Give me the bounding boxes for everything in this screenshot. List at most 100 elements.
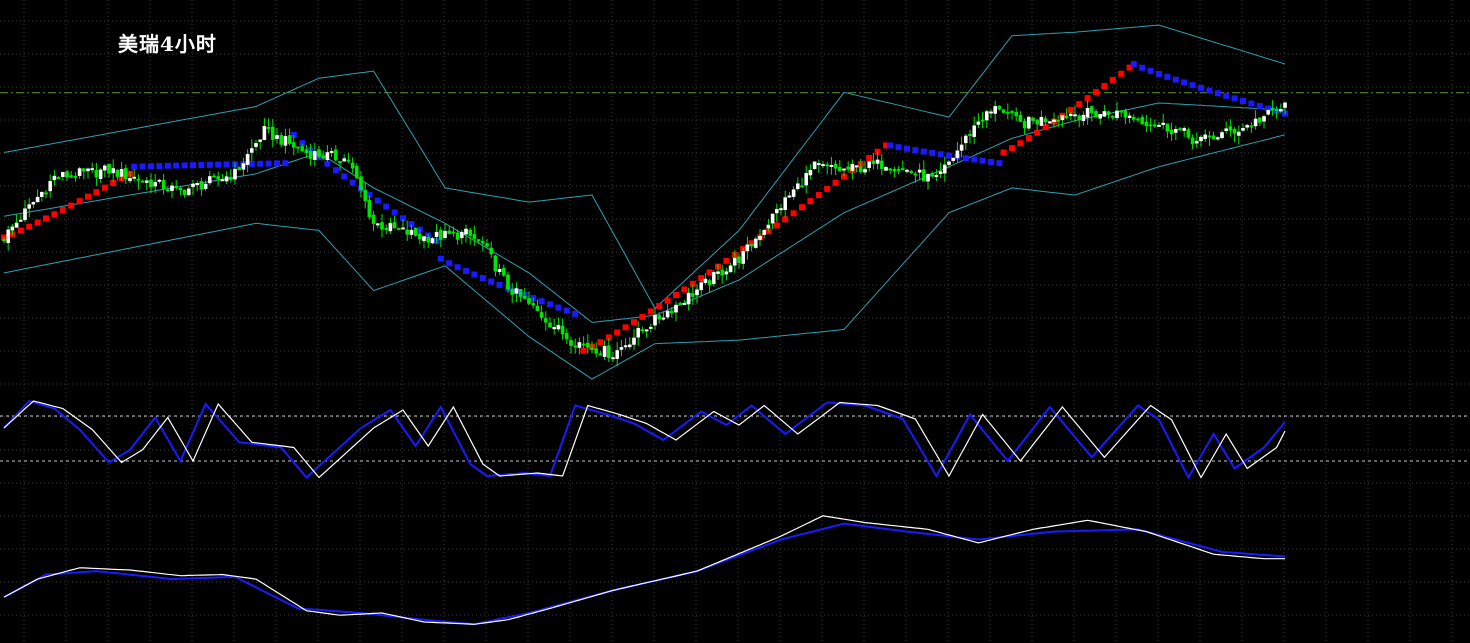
- candle-body: [1094, 111, 1098, 118]
- sar-dot: [101, 184, 108, 191]
- candle-body: [859, 166, 863, 173]
- candle-body: [304, 149, 309, 154]
- sar-dot: [391, 209, 398, 216]
- candle-body: [959, 144, 964, 151]
- candle-body: [1085, 107, 1090, 118]
- stochastic-main-line: [3, 399, 1286, 480]
- candle-body: [1060, 115, 1065, 121]
- sar-dot: [488, 278, 495, 285]
- candle-body: [376, 223, 380, 226]
- candle-body: [1165, 123, 1170, 132]
- candle-body: [875, 159, 880, 164]
- candle-body: [506, 274, 510, 290]
- chart-title: 美瑞4小时: [118, 32, 217, 56]
- candle-body: [1064, 116, 1069, 118]
- candle-body: [787, 195, 792, 198]
- candle-body: [993, 106, 997, 114]
- candle-body: [733, 257, 737, 266]
- candle-body: [598, 353, 603, 356]
- sar-dot: [988, 158, 994, 165]
- candle-body: [413, 228, 418, 236]
- sar-dot: [374, 197, 381, 204]
- sar-dot: [181, 162, 188, 169]
- candle-body: [69, 175, 73, 178]
- candle-body: [1215, 137, 1220, 140]
- candle-body: [838, 166, 842, 172]
- candle-body: [812, 161, 817, 169]
- candle-body: [560, 325, 565, 335]
- sar-dot: [1223, 92, 1230, 99]
- sar-dot: [639, 313, 646, 320]
- sar-dot: [1214, 90, 1221, 97]
- sar-dot: [454, 264, 461, 271]
- candle-body: [930, 173, 934, 177]
- candle-body: [102, 165, 107, 171]
- candle-body: [934, 175, 939, 178]
- sar-dot: [1025, 135, 1032, 142]
- candle-body: [682, 302, 687, 305]
- candle-body: [254, 143, 258, 147]
- candle-body: [346, 159, 351, 162]
- candle-body: [670, 310, 674, 314]
- parabolic-sar: [1, 61, 1288, 354]
- candle-body: [292, 142, 296, 148]
- chart-grid: [0, 0, 1470, 643]
- candle-body: [1182, 128, 1186, 131]
- sar-dot: [1017, 140, 1024, 147]
- candle-body: [283, 136, 288, 146]
- candle-body: [728, 265, 733, 273]
- candle-body: [1257, 117, 1262, 123]
- candle-body: [422, 236, 426, 242]
- candle-body: [1207, 135, 1212, 138]
- candle-body: [338, 160, 342, 164]
- candle-body: [1014, 111, 1018, 117]
- sar-dot: [43, 215, 49, 222]
- sar-dot: [1198, 84, 1204, 91]
- sar-dot: [996, 160, 1003, 167]
- sar-dot: [215, 161, 222, 168]
- sar-dot: [773, 222, 780, 229]
- candle-body: [271, 126, 275, 140]
- bollinger-lower: [3, 134, 1286, 380]
- candle-body: [985, 111, 989, 121]
- candle-body: [451, 231, 456, 234]
- candle-body: [1123, 110, 1128, 118]
- sar-dot: [1009, 145, 1015, 152]
- candle-body: [800, 185, 804, 188]
- candle-body: [1199, 136, 1203, 142]
- candle-body: [174, 185, 179, 188]
- candle-body: [527, 297, 531, 304]
- candle-body: [325, 152, 330, 160]
- candle-body: [909, 170, 913, 174]
- sar-dot: [1147, 67, 1154, 74]
- sar-dot: [807, 198, 814, 205]
- candle-body: [65, 171, 69, 178]
- candle-body: [586, 342, 590, 348]
- bollinger-upper: [3, 24, 1286, 310]
- sar-dot: [1231, 95, 1238, 102]
- candle-body: [674, 304, 678, 313]
- candle-body: [943, 164, 947, 174]
- sar-dot: [341, 173, 348, 180]
- stock-chart[interactable]: [0, 0, 1470, 643]
- candle-body: [703, 278, 708, 284]
- candle-body: [913, 173, 918, 176]
- candle-body: [976, 121, 981, 125]
- candle-body: [384, 227, 389, 230]
- candle-body: [619, 347, 624, 350]
- candle-body: [140, 180, 145, 183]
- candle-body: [313, 151, 317, 160]
- candle-body: [686, 292, 691, 305]
- candle-body: [86, 168, 90, 172]
- candle-body: [1136, 118, 1140, 121]
- candle-body: [980, 119, 985, 122]
- candle-body: [228, 176, 233, 181]
- sar-dot: [248, 160, 255, 167]
- sar-dot: [946, 152, 952, 159]
- candle-body: [640, 329, 645, 332]
- candle-body: [1018, 115, 1023, 122]
- sar-dot: [1156, 70, 1162, 77]
- candle-body: [388, 222, 393, 232]
- candle-body: [1178, 128, 1182, 131]
- candle-body: [758, 236, 762, 240]
